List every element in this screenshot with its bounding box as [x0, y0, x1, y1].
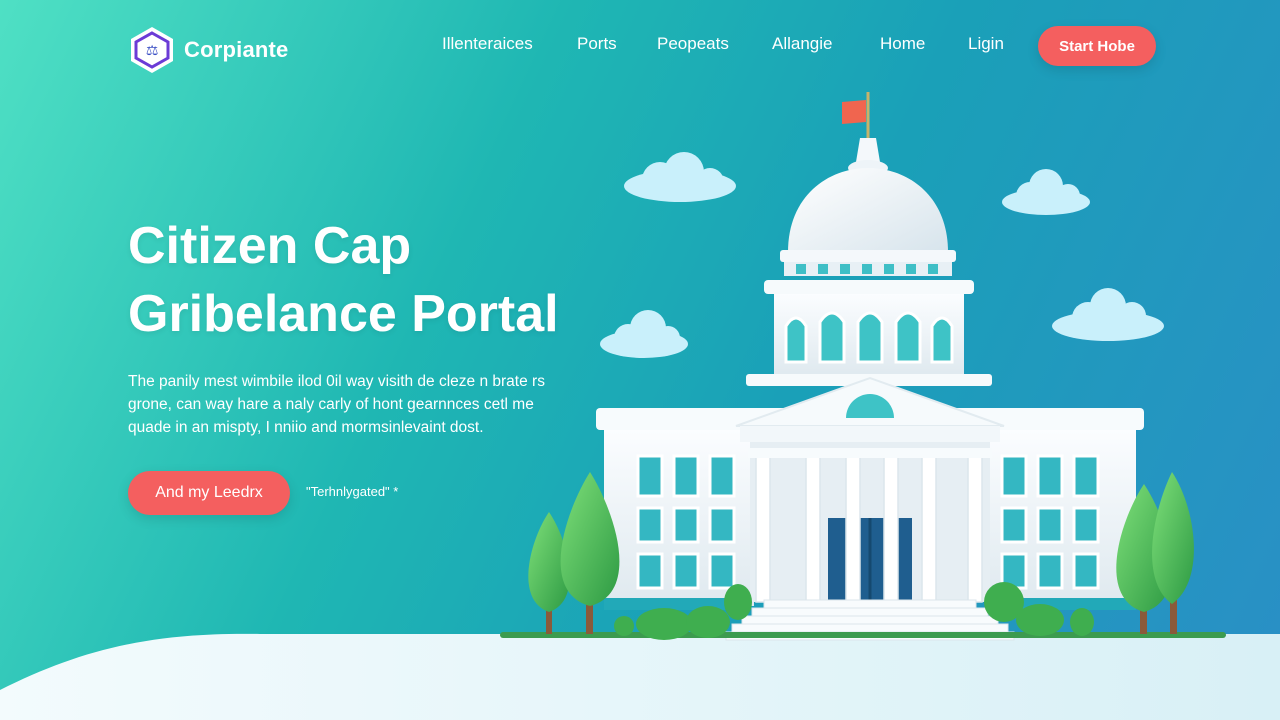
brand-name: Corpiante [184, 37, 289, 62]
hexagon-logo-icon: ⚖ [131, 27, 173, 73]
brand-logo[interactable]: ⚖ Corpiante [128, 25, 288, 75]
nav-link-login[interactable]: Ligin [968, 34, 1004, 54]
secondary-link[interactable]: "Terhnlygated" * [306, 484, 398, 499]
svg-text:⚖: ⚖ [146, 43, 159, 59]
capitol-building-illustration [500, 92, 1226, 641]
nav-link-home[interactable]: Home [880, 34, 925, 54]
start-button[interactable]: Start Hobe [1038, 26, 1156, 66]
primary-cta-button[interactable]: And my Leedrx [128, 471, 290, 515]
cloud-icon [1052, 288, 1164, 341]
nav-link-allangie[interactable]: Allangie [772, 34, 833, 54]
cloud-icon [624, 152, 736, 202]
top-navigation: ⚖ Corpiante Illenteraices Ports Peopeats… [0, 0, 1280, 90]
nav-link-peopeats[interactable]: Peopeats [657, 34, 729, 54]
nav-link-ports[interactable]: Ports [577, 34, 617, 54]
tree-icon [1152, 472, 1194, 634]
cloud-icon [600, 310, 688, 358]
cloud-icon [1002, 169, 1090, 215]
nav-link-illenteraices[interactable]: Illenteraices [442, 34, 533, 54]
